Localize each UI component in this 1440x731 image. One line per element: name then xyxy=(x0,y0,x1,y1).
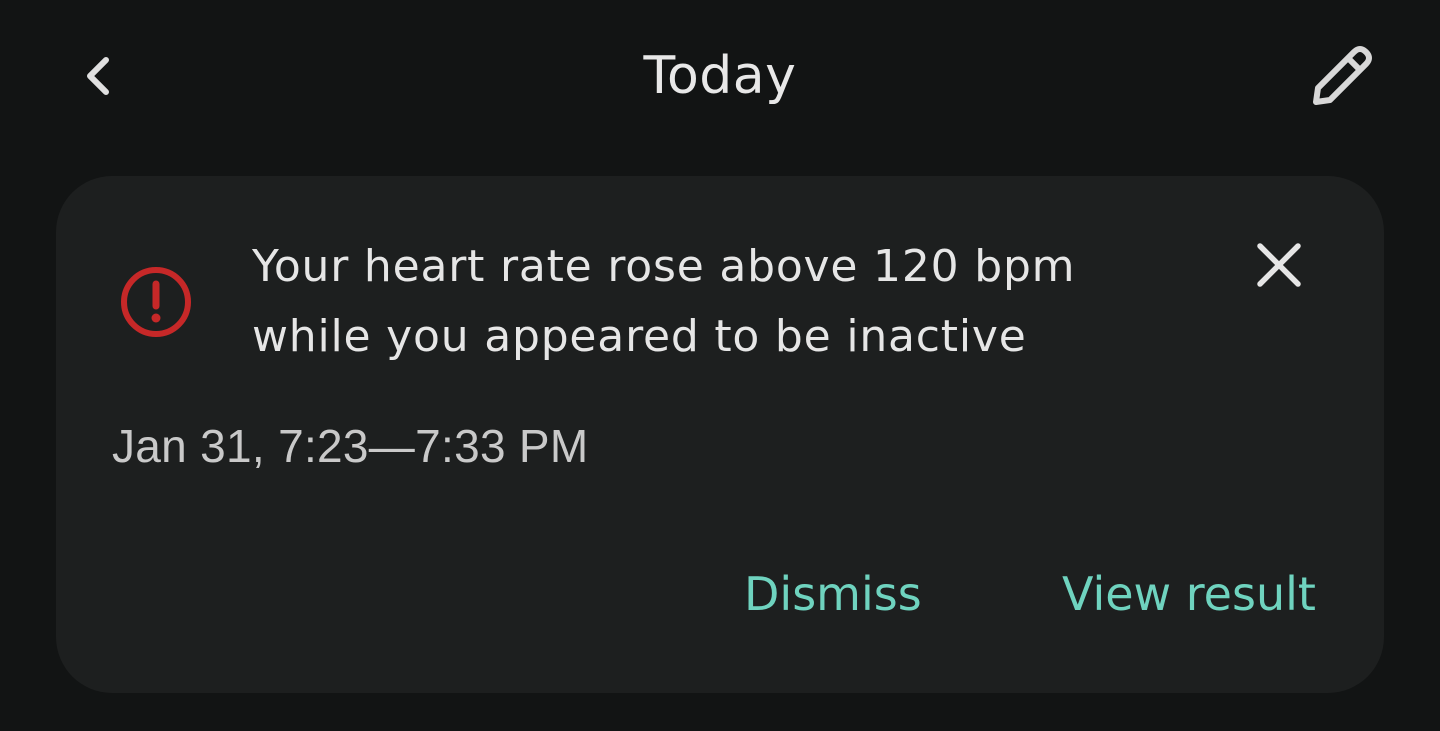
dismiss-button[interactable]: Dismiss xyxy=(744,560,922,628)
edit-button[interactable] xyxy=(1300,40,1380,116)
page-title: Today xyxy=(643,46,797,106)
app-header: Today xyxy=(0,0,1440,160)
alert-message-line-2: while you appeared to be inactive xyxy=(252,311,1027,362)
alert-circle-icon xyxy=(118,264,194,340)
heart-rate-alert-card: Your heart rate rose above 120 bpm while… xyxy=(56,176,1384,693)
today-screen: Today Your heart rate rose above 120 bpm… xyxy=(0,0,1440,731)
close-icon xyxy=(1257,243,1301,287)
alert-message-line-1: Your heart rate rose above 120 bpm xyxy=(252,241,1076,292)
time-range: Jan 31, 7:23—7:33 PM xyxy=(112,420,589,472)
alert-message: Your heart rate rose above 120 bpm while… xyxy=(252,232,1172,372)
close-button[interactable] xyxy=(1246,232,1312,298)
pencil-icon xyxy=(1313,46,1372,105)
view-result-button[interactable]: View result xyxy=(1062,560,1316,628)
